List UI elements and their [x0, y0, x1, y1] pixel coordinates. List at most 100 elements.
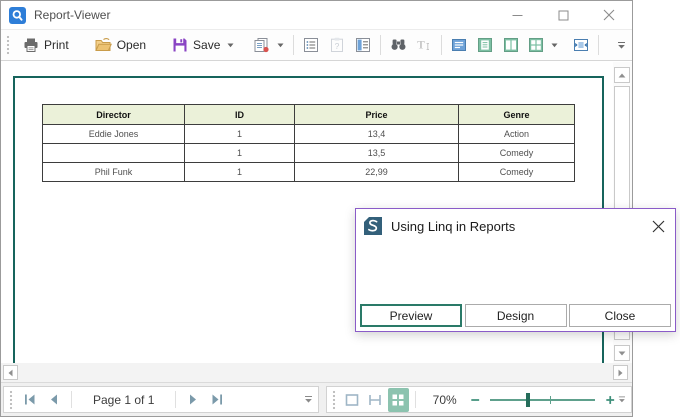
maximize-icon: [558, 10, 569, 21]
panel-separator: [415, 391, 416, 408]
preview-button[interactable]: Preview: [360, 304, 462, 327]
page-navigation-panel: Page 1 of 1: [3, 386, 319, 413]
zoom-slider-track[interactable]: [490, 399, 595, 401]
zoom-panel: 70%: [326, 386, 632, 413]
view-two-pages-button[interactable]: [498, 33, 524, 57]
table-cell: Phil Funk: [43, 163, 185, 182]
table-cell: 1: [185, 144, 295, 163]
export-icon: [253, 37, 270, 53]
zoom-panel-overflow-button[interactable]: [618, 395, 626, 404]
bookmarks-icon: [303, 37, 319, 53]
panel-grip[interactable]: [9, 390, 13, 410]
table-cell: Eddie Jones: [43, 125, 185, 144]
toolbar-overflow-button[interactable]: [617, 41, 626, 50]
save-label: Save: [193, 38, 220, 52]
toolbar-separator: [441, 35, 442, 55]
find-icon: [390, 37, 407, 53]
toolbar-separator: [293, 35, 294, 55]
last-page-icon: [211, 394, 223, 405]
zoom-in-icon[interactable]: [605, 394, 615, 406]
previous-page-button[interactable]: [42, 388, 66, 412]
table-cell: 1: [185, 125, 295, 144]
scroll-left-button[interactable]: [3, 365, 18, 380]
table-cell: Comedy: [459, 163, 575, 182]
open-folder-icon: [95, 37, 112, 53]
thumbnails-icon: [355, 37, 371, 53]
window-controls: [494, 1, 632, 29]
zoom-one-page-button[interactable]: [342, 388, 363, 412]
table-cell: Comedy: [459, 144, 575, 163]
view-mode-dropdown-icon: [551, 43, 558, 48]
svg-text:?: ?: [335, 41, 340, 51]
scroll-up-button[interactable]: [614, 67, 630, 83]
zoom-page-width-button[interactable]: [365, 388, 386, 412]
scroll-right-button[interactable]: [613, 365, 628, 380]
last-page-button[interactable]: [205, 388, 229, 412]
zoom-slider[interactable]: [490, 393, 595, 407]
dialog-titlebar: Using Linq in Reports: [356, 209, 675, 235]
view-single-page-icon: [451, 37, 467, 53]
toolbar-separator: [380, 35, 381, 55]
scroll-left-icon: [8, 369, 13, 377]
next-page-icon: [189, 394, 197, 405]
toolbar-separator: [598, 35, 599, 55]
nav-panel-overflow-button[interactable]: [304, 395, 313, 404]
page-width-button[interactable]: [568, 33, 594, 57]
table-cell: 13,5: [295, 144, 459, 163]
main-toolbar: Print Open Save: [1, 30, 632, 61]
dialog-close-icon: [652, 220, 665, 233]
parameters-icon: ?: [329, 37, 345, 53]
column-header: Director: [43, 105, 185, 125]
table-row: Phil Funk 1 22,99 Comedy: [43, 163, 575, 182]
zoom-slider-tick: [550, 396, 551, 404]
editor-icon: T: [416, 37, 432, 53]
export-dropdown-icon: [277, 43, 284, 48]
find-button[interactable]: [385, 33, 411, 57]
dialog-close-button[interactable]: [650, 218, 666, 234]
next-page-button[interactable]: [181, 388, 205, 412]
dialog-title: Using Linq in Reports: [391, 219, 515, 234]
first-page-button[interactable]: [18, 388, 42, 412]
window-title: Report-Viewer: [34, 8, 110, 22]
zoom-out-icon[interactable]: [470, 394, 480, 406]
view-one-page-button[interactable]: [472, 33, 498, 57]
open-label: Open: [117, 38, 146, 52]
desktop: Report-Viewer: [0, 0, 680, 418]
zoom-multiple-pages-button[interactable]: [388, 388, 409, 412]
view-single-page-button[interactable]: [446, 33, 472, 57]
design-button[interactable]: Design: [465, 304, 567, 327]
app-icon: [9, 7, 26, 24]
panel-separator: [71, 391, 72, 408]
horizontal-scrollbar[interactable]: [1, 363, 632, 382]
maximize-button[interactable]: [540, 1, 586, 29]
thumbnails-button[interactable]: [350, 33, 376, 57]
panel-grip[interactable]: [332, 390, 336, 410]
toolbar-grip[interactable]: [6, 35, 10, 55]
print-button[interactable]: Print: [15, 33, 77, 57]
page-width-icon: [573, 37, 589, 53]
report-table: Director ID Price Genre Eddie Jones 1 13…: [42, 104, 575, 182]
open-button[interactable]: Open: [87, 33, 154, 57]
scroll-up-icon: [618, 73, 626, 78]
table-cell: Action: [459, 125, 575, 144]
minimize-button[interactable]: [494, 1, 540, 29]
zoom-one-page-icon: [344, 392, 360, 408]
first-page-icon: [24, 394, 36, 405]
view-two-pages-icon: [503, 37, 519, 53]
bookmarks-button[interactable]: [298, 33, 324, 57]
page-indicator: Page 1 of 1: [77, 393, 170, 407]
dialog-close-action-button[interactable]: Close: [569, 304, 671, 327]
column-header: ID: [185, 105, 295, 125]
scroll-down-button[interactable]: [614, 345, 630, 361]
save-dropdown-icon: [227, 43, 234, 48]
view-multiple-pages-button[interactable]: [524, 33, 562, 57]
save-button[interactable]: Save: [164, 33, 242, 57]
close-button[interactable]: [586, 1, 632, 29]
zoom-multiple-pages-icon: [390, 392, 406, 408]
minimize-icon: [512, 10, 523, 21]
editor-button: T: [411, 33, 437, 57]
zoom-slider-thumb[interactable]: [526, 393, 530, 407]
using-linq-dialog: Using Linq in Reports Preview Design Clo…: [355, 208, 676, 332]
export-button[interactable]: [248, 33, 289, 57]
close-icon: [603, 9, 615, 21]
